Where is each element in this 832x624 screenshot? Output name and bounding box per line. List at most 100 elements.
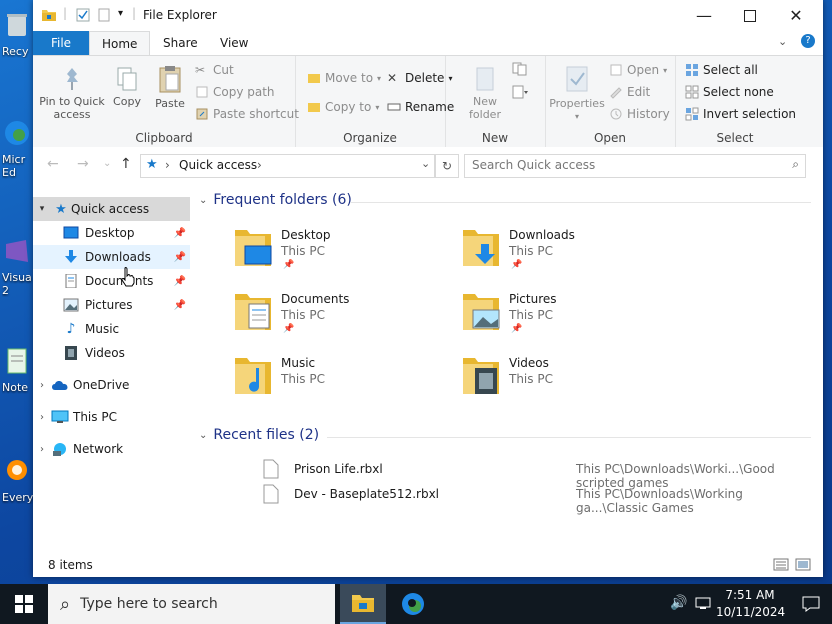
invert-selection-button[interactable]: Invert selection	[685, 107, 796, 121]
sidebar-item-documents[interactable]: Documents 📌	[33, 269, 190, 293]
history-button[interactable]: History	[609, 107, 670, 121]
easy-access-icon[interactable]	[511, 84, 529, 100]
desktop-icon-edge[interactable]: Micr Ed	[2, 118, 36, 179]
folder-tile-desktop[interactable]: Desktop This PC 📌	[233, 226, 453, 282]
back-button[interactable]: ←	[47, 156, 59, 172]
desktop-icon-visual-studio[interactable]: Visua 2	[2, 236, 36, 297]
desktop-icon-label: Note	[2, 381, 29, 394]
expand-ribbon-icon[interactable]: ⌄	[778, 35, 787, 48]
sidebar-item-videos[interactable]: Videos	[33, 341, 190, 365]
recent-locations-button[interactable]: ⌄	[103, 158, 111, 169]
help-icon[interactable]: ?	[801, 34, 815, 48]
folder-tile-music[interactable]: Music This PC	[233, 354, 453, 410]
new-folder-qat-icon[interactable]	[97, 8, 111, 22]
pin-icon: 📌	[173, 251, 186, 263]
sidebar-item-onedrive[interactable]: › OneDrive	[33, 373, 190, 397]
network-status-icon[interactable]	[695, 597, 711, 611]
paste-label: Paste	[155, 97, 185, 110]
large-icons-view-icon[interactable]	[795, 558, 811, 571]
clock-date[interactable]: 10/11/2024	[716, 605, 785, 619]
sidebar-item-pictures[interactable]: Pictures 📌	[33, 293, 190, 317]
recent-file-row[interactable]: Dev - Baseplate512.rbxl This PC\Download…	[221, 484, 801, 515]
qat-dropdown-icon[interactable]: ▾	[118, 8, 123, 19]
clock-time[interactable]: 7:51 AM	[720, 588, 780, 602]
cut-button[interactable]: ✂ Cut	[195, 63, 234, 77]
taskbar: ⌕ Type here to search 🔊 7:51 AM 10/11/20…	[0, 584, 832, 624]
tab-share[interactable]: Share	[151, 31, 210, 55]
title-bar[interactable]: | ▾ | File Explorer — ✕	[33, 0, 823, 31]
forward-button[interactable]: →	[77, 156, 89, 172]
sidebar-item-label: This PC	[73, 410, 117, 424]
pin-to-quick-access-button[interactable]: Pin to Quick access	[39, 66, 105, 121]
folder-tile-downloads[interactable]: Downloads This PC 📌	[461, 226, 681, 282]
select-none-button[interactable]: Select none	[685, 85, 774, 99]
edge-icon	[402, 593, 424, 615]
new-folder-button[interactable]: New folder	[465, 66, 505, 121]
copy-path-button[interactable]: Copy path	[195, 85, 275, 99]
desktop-icon-recycle-bin[interactable]: Recy	[2, 10, 36, 58]
details-view-icon[interactable]	[773, 558, 789, 571]
qat-separator: |	[63, 6, 68, 20]
recent-file-name: Dev - Baseplate512.rbxl	[294, 487, 440, 501]
taskbar-file-explorer[interactable]	[340, 584, 386, 624]
folder-tile-documents[interactable]: Documents This PC 📌	[233, 290, 453, 346]
music-folder-icon	[235, 358, 271, 394]
up-button[interactable]: ↑	[120, 156, 132, 172]
tab-file[interactable]: File	[33, 31, 89, 55]
minimize-button[interactable]: —	[681, 0, 727, 31]
properties-qat-icon[interactable]	[76, 8, 90, 22]
tab-home[interactable]: Home	[89, 31, 151, 56]
select-all-icon	[686, 64, 698, 76]
delete-icon: ✕	[387, 71, 398, 85]
notification-icon[interactable]	[802, 596, 820, 612]
breadcrumb-chevron-icon: ›	[257, 158, 262, 172]
taskbar-search-input[interactable]: ⌕ Type here to search	[48, 584, 335, 624]
pin-icon: 📌	[511, 324, 523, 334]
item-count: 8 items	[48, 558, 93, 572]
paste-button[interactable]: Paste	[153, 64, 187, 110]
copy-button[interactable]: Copy	[111, 66, 143, 108]
new-item-icon[interactable]	[511, 62, 529, 76]
move-to-button[interactable]: Move to ▾	[307, 71, 381, 85]
folder-tile-pictures[interactable]: Pictures This PC 📌	[461, 290, 681, 346]
sidebar-item-music[interactable]: ♪ Music	[33, 317, 190, 341]
sidebar-item-quick-access[interactable]: ▾ ★ Quick access	[33, 197, 190, 221]
edit-icon	[610, 87, 622, 99]
volume-icon[interactable]: 🔊	[670, 595, 687, 611]
copy-icon	[117, 67, 137, 91]
paste-shortcut-button[interactable]: Paste shortcut	[195, 107, 299, 121]
address-dropdown-icon[interactable]: ⌄	[421, 157, 430, 170]
open-button[interactable]: Open ▾	[609, 63, 667, 77]
start-button[interactable]	[0, 584, 48, 624]
taskbar-edge[interactable]	[390, 584, 436, 624]
properties-button[interactable]: Properties ▾	[549, 64, 605, 123]
desktop-icon-notepad[interactable]: Note	[2, 346, 36, 394]
refresh-button[interactable]: ↻	[435, 154, 459, 178]
paste-shortcut-label: Paste shortcut	[213, 107, 299, 121]
sidebar-item-label: Music	[85, 322, 120, 336]
recent-files-header[interactable]: ⌄ Recent files (2)	[199, 427, 811, 443]
open-label: Open	[627, 63, 660, 77]
maximize-button[interactable]	[727, 0, 773, 31]
sidebar-item-desktop[interactable]: Desktop 📌	[33, 221, 190, 245]
desktop-icon-everything[interactable]: Every	[2, 456, 36, 504]
folder-tile-videos[interactable]: Videos This PC	[461, 354, 681, 410]
edit-button[interactable]: Edit	[609, 85, 650, 99]
sidebar-item-downloads[interactable]: Downloads 📌	[33, 245, 190, 269]
select-all-button[interactable]: Select all	[685, 63, 758, 77]
delete-button[interactable]: ✕ Delete ▾	[387, 71, 452, 85]
breadcrumb-quick-access[interactable]: Quick access	[179, 158, 257, 172]
recent-file-row[interactable]: Prison Life.rbxl This PC\Downloads\Worki…	[221, 459, 801, 490]
address-bar[interactable]: ★ › Quick access › ⌄	[140, 154, 435, 178]
sidebar-item-network[interactable]: › Network	[33, 437, 190, 461]
close-button[interactable]: ✕	[773, 0, 819, 31]
sidebar-item-label: Desktop	[85, 226, 135, 240]
tab-view[interactable]: View	[208, 31, 260, 55]
open-group: Properties ▾ Open ▾ Edit History Open	[545, 56, 676, 147]
search-input[interactable]: Search Quick access ⌕	[464, 154, 806, 178]
copy-to-button[interactable]: Copy to ▾	[307, 100, 379, 114]
sidebar-item-this-pc[interactable]: › This PC	[33, 405, 190, 429]
videos-folder-icon	[463, 358, 499, 394]
dropdown-arrow-icon: ▾	[663, 65, 668, 75]
frequent-folders-header[interactable]: ⌄ Frequent folders (6)	[199, 192, 811, 208]
